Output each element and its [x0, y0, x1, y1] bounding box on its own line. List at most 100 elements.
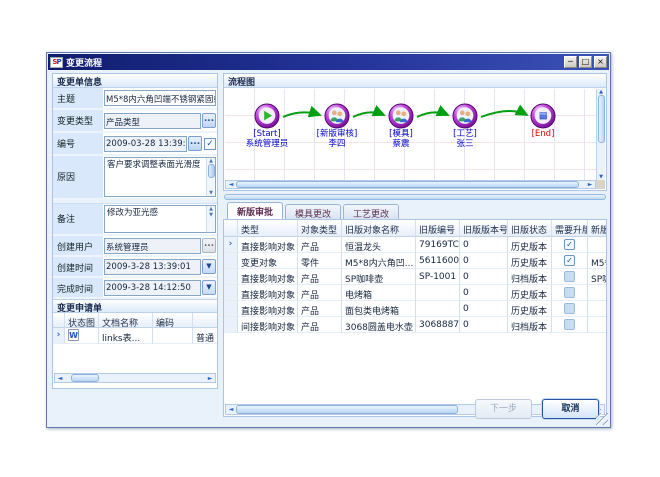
titlebar[interactable]: SP 变更流程 ─ □ ×	[48, 54, 609, 70]
section-title-request-list: 变更申请单	[53, 299, 217, 313]
change-type-picker-button[interactable]: ...	[202, 113, 216, 128]
cell: M5*8内六角凹...	[342, 253, 416, 269]
column-header-doc-name[interactable]: 文档名称	[99, 313, 153, 328]
upgrade-cell	[552, 269, 588, 285]
column-header-status[interactable]: 状态图	[65, 313, 99, 328]
change-process-dialog: SP 变更流程 ─ □ × 变更单信息 主题 M5*8内六角凹端不锈钢紧固螺钉 …	[46, 52, 611, 428]
table-row[interactable]: 直接影响对象产品面包类电烤箱0历史版本	[224, 301, 607, 317]
cell: 直接影响对象	[238, 301, 298, 317]
cell: M5*8内六角凹...	[588, 253, 607, 269]
people-icon	[324, 103, 350, 129]
subject-input[interactable]: M5*8内六角凹端不锈钢紧固螺钉	[104, 90, 216, 106]
creator-picker-button[interactable]: ...	[202, 238, 216, 253]
flow-node-mold[interactable]: [模具] 蔡震	[365, 103, 437, 149]
maximize-icon[interactable]: □	[579, 56, 592, 68]
column-header[interactable]: 对象类型	[298, 220, 342, 237]
remark-scrollbar[interactable]: ▲ ▼	[206, 206, 215, 232]
scroll-right-icon[interactable]: ►	[205, 374, 215, 383]
next-button[interactable]: 下一步	[475, 399, 532, 419]
cell: SP-1001	[416, 269, 460, 285]
flow-node-review[interactable]: [新版审核] 李四	[301, 103, 373, 149]
finish-time-label: 完成时间	[53, 278, 103, 297]
column-header	[224, 220, 238, 237]
row-indicator	[224, 253, 238, 269]
cell: 历史版本	[508, 301, 552, 317]
request-list-hscrollbar[interactable]: ◄ ►	[54, 373, 216, 383]
scroll-left-icon[interactable]: ◄	[55, 374, 65, 383]
cell: 零件	[298, 253, 342, 269]
window-title: 变更流程	[66, 56, 564, 69]
upgrade-cell	[552, 301, 588, 317]
flowchart-hscrollbar[interactable]: ◄ ►	[225, 180, 596, 189]
end-node-icon	[530, 103, 556, 129]
cell: 间接影响对象	[238, 317, 298, 333]
table-row[interactable]: ›直接影响对象产品恒温龙头79169TC0历史版本✓	[224, 237, 607, 253]
flow-node-craft[interactable]: [工艺] 张三	[429, 103, 501, 149]
column-header-code[interactable]: 编码	[153, 313, 193, 328]
number-checkbox[interactable]: ✓	[204, 138, 216, 150]
extra-cell: 普通	[193, 328, 217, 344]
cancel-button[interactable]: 取消	[542, 399, 599, 419]
column-header[interactable]: 旧版编号	[416, 220, 460, 237]
close-icon[interactable]: ×	[594, 56, 607, 68]
upgrade-cell: ✓	[552, 253, 588, 269]
flow-node-start[interactable]: [Start] 系统管理员	[231, 103, 303, 149]
scroll-down-icon[interactable]: ▼	[209, 190, 213, 196]
cell: 产品	[298, 301, 342, 317]
cell: 历史版本	[508, 285, 552, 301]
cell	[588, 237, 607, 253]
column-header	[53, 313, 65, 328]
column-header[interactable]: 类型	[238, 220, 298, 237]
scroll-right-icon[interactable]: ►	[585, 180, 595, 189]
table-row[interactable]: 间接影响对象产品3068圆盖电水壶30688870归档版本	[224, 317, 607, 333]
finish-time-dropdown-icon[interactable]: ▼	[202, 280, 216, 295]
cell: 5611600	[416, 253, 460, 269]
list-item[interactable]: › W links表... 普通	[53, 328, 217, 344]
reason-label: 原因	[53, 156, 103, 198]
flow-node-end[interactable]: [End]	[507, 103, 579, 139]
column-header-extra[interactable]	[193, 313, 217, 328]
number-picker-button[interactable]: ...	[188, 136, 202, 151]
remark-textarea[interactable]: 修改为亚光感	[105, 206, 206, 232]
subject-label: 主题	[53, 88, 103, 108]
column-header[interactable]: 旧版对象名称	[342, 220, 416, 237]
column-header[interactable]: 旧版版本号	[460, 220, 508, 237]
flowchart-canvas: [Start] 系统管理员 [新版审核] 李四	[225, 89, 596, 180]
create-time-field[interactable]: 2009-3-28 13:39:01	[104, 259, 201, 275]
table-row[interactable]: 变更对象零件M5*8内六角凹...56116000历史版本✓M5*8内六角凹..…	[224, 253, 607, 269]
cell: 归档版本	[508, 269, 552, 285]
scroll-left-icon[interactable]: ◄	[226, 180, 236, 189]
create-time-dropdown-icon[interactable]: ▼	[202, 259, 216, 274]
finish-time-field[interactable]: 2009-3-28 14:12:50	[104, 280, 201, 296]
reason-scrollbar[interactable]: ▲ ▼	[206, 158, 215, 196]
resize-grip[interactable]	[596, 413, 608, 425]
change-type-field[interactable]: 产品类型	[104, 113, 201, 129]
upgrade-checkbox[interactable]: ✓	[564, 255, 575, 266]
upgrade-checkbox[interactable]	[564, 303, 575, 314]
cell: 3068圆盖电水壶	[342, 317, 416, 333]
column-header[interactable]: 需要升版	[552, 220, 588, 237]
flowchart-panel: 流程图 [Start] 系统管理员	[223, 73, 607, 191]
upgrade-checkbox[interactable]	[564, 271, 575, 282]
tab-craft-change[interactable]: 工艺更改	[343, 204, 399, 219]
column-header[interactable]: 新版对象名称	[588, 220, 607, 237]
tab-mold-change[interactable]: 模具更改	[285, 204, 341, 219]
table-row[interactable]: 直接影响对象产品电烤箱0历史版本	[224, 285, 607, 301]
cell: 0	[460, 285, 508, 301]
upgrade-checkbox[interactable]: ✓	[564, 239, 575, 250]
number-field[interactable]: 2009-03-28 13:39:01	[104, 136, 187, 152]
upgrade-checkbox[interactable]	[564, 287, 575, 298]
table-row[interactable]: 直接影响对象产品SP咖啡壶SP-10010归档版本SP咖啡壶	[224, 269, 607, 285]
upgrade-checkbox[interactable]	[564, 319, 575, 330]
creator-field[interactable]: 系统管理员	[104, 238, 201, 254]
reason-textarea[interactable]: 客户要求调整表面光滑度	[105, 158, 206, 196]
scroll-down-icon[interactable]: ▼	[209, 212, 213, 218]
minimize-icon[interactable]: ─	[564, 56, 577, 68]
flowchart-vscrollbar[interactable]: ▲ ▼	[596, 89, 605, 180]
column-header[interactable]: 旧版状态	[508, 220, 552, 237]
scroll-left-icon[interactable]: ◄	[226, 405, 236, 414]
start-node-icon	[254, 103, 280, 129]
row-indicator	[224, 285, 238, 301]
tab-new-version-approval[interactable]: 新版审批	[227, 202, 283, 219]
horizontal-splitter[interactable]	[224, 194, 606, 200]
